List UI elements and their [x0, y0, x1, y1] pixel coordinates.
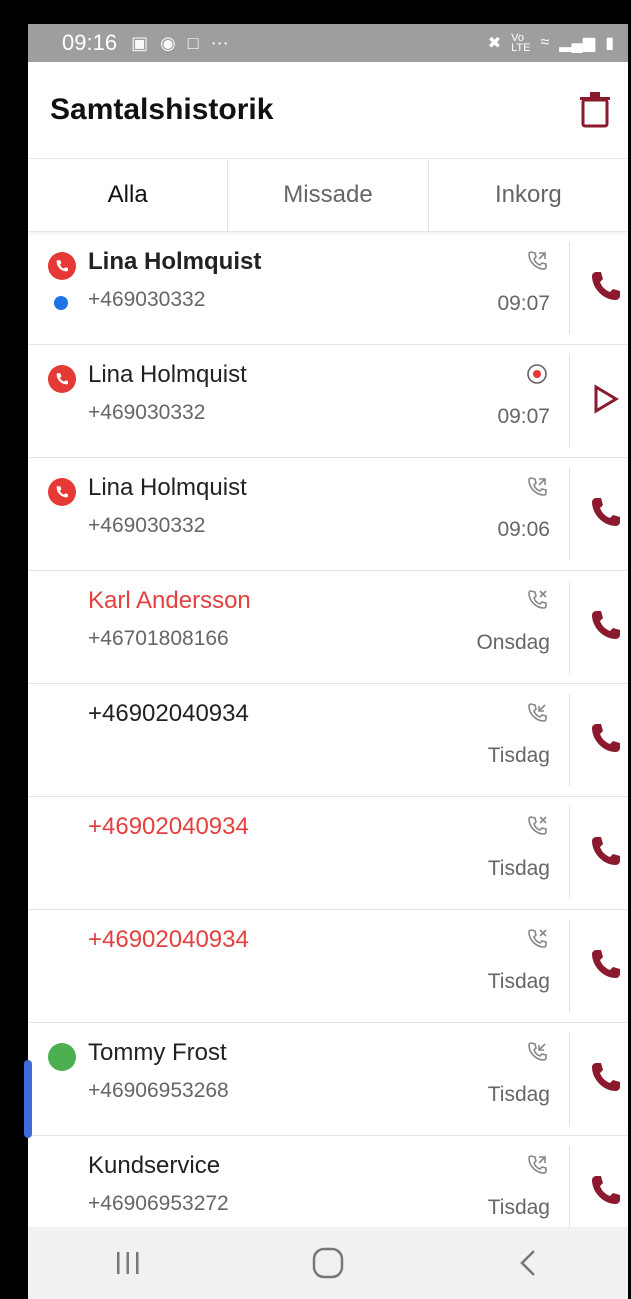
call-time: Tisdag — [487, 1083, 550, 1106]
call-avatar-icon — [48, 365, 76, 393]
call-back-button[interactable] — [588, 1059, 624, 1095]
missed-call-icon — [524, 587, 550, 613]
call-time: 09:06 — [497, 518, 550, 541]
image-icon: ▣ — [131, 32, 149, 53]
incoming-call-icon — [524, 700, 550, 726]
missed-call-icon — [524, 813, 550, 839]
contact-number: +469030332 — [88, 514, 206, 537]
status-dot-icon — [48, 1043, 76, 1071]
play-recording-button[interactable] — [588, 381, 624, 417]
contact-name: Tommy Frost — [88, 1039, 227, 1066]
call-back-button[interactable] — [588, 833, 624, 869]
row-divider — [569, 807, 570, 899]
row-divider — [569, 694, 570, 786]
outgoing-call-icon — [524, 1152, 550, 1178]
row-divider — [569, 581, 570, 673]
mute-icon: ✖ — [487, 35, 502, 52]
volte-icon: Vo LTE — [511, 32, 531, 54]
call-time: Tisdag — [487, 744, 550, 767]
row-divider — [569, 1033, 570, 1125]
screenshot-icon: □ — [187, 32, 199, 53]
contact-number: +46906953268 — [88, 1079, 229, 1102]
contact-name: +46902040934 — [88, 700, 249, 727]
call-row[interactable]: Karl Andersson +46701808166 Onsdag — [28, 571, 628, 684]
outgoing-call-icon — [524, 474, 550, 500]
contact-name: Lina Holmquist — [88, 361, 247, 388]
tab-bar: Alla Missade Inkorg — [28, 159, 628, 232]
app-bar: Samtalshistorik — [28, 62, 628, 159]
contact-name: Lina Holmquist — [88, 474, 247, 501]
outgoing-call-icon — [524, 248, 550, 274]
status-time: 09:16 — [62, 30, 118, 55]
edge-panel-handle[interactable] — [24, 1060, 32, 1138]
tab-all[interactable]: Alla — [28, 159, 229, 231]
call-back-button[interactable] — [588, 946, 624, 982]
call-back-button[interactable] — [588, 607, 624, 643]
call-row[interactable]: +46902040934 Tisdag — [28, 797, 628, 910]
recent-apps-icon[interactable] — [98, 1243, 158, 1283]
home-icon[interactable] — [298, 1243, 358, 1283]
call-back-button[interactable] — [588, 1172, 624, 1208]
call-back-button[interactable] — [588, 268, 624, 304]
contact-name: +46902040934 — [88, 813, 249, 840]
row-divider — [569, 242, 570, 334]
unread-dot-icon — [54, 296, 68, 310]
call-row[interactable]: Lina Holmquist +469030332 09:07 — [28, 232, 628, 345]
recording-icon — [524, 361, 550, 387]
call-list: Lina Holmquist +469030332 09:07 Lina Holmqu… — [28, 232, 628, 1249]
sync-icon: ◉ — [160, 32, 176, 53]
call-time: Onsdag — [476, 631, 550, 654]
contact-number: +469030332 — [88, 401, 206, 424]
call-time: Tisdag — [487, 970, 550, 993]
signal-icon: ▂▄▆ — [559, 35, 596, 52]
missed-call-icon — [524, 926, 550, 952]
back-icon[interactable] — [498, 1243, 558, 1283]
call-time: 09:07 — [497, 405, 550, 428]
call-time: Tisdag — [487, 857, 550, 880]
call-avatar-icon — [48, 252, 76, 280]
call-back-button[interactable] — [588, 494, 624, 530]
phone-screen: 09:16 ▣ ◉ □ ⋯ ✖ Vo LTE ≈ ▂▄▆ ▮ Samtalshis… — [28, 24, 628, 1299]
more-icon: ⋯ — [210, 32, 229, 53]
status-bar: 09:16 ▣ ◉ □ ⋯ ✖ Vo LTE ≈ ▂▄▆ ▮ — [28, 24, 628, 62]
row-divider — [569, 468, 570, 560]
tab-inbox[interactable]: Inkorg — [429, 159, 628, 231]
row-divider — [569, 1146, 570, 1238]
incoming-call-icon — [524, 1039, 550, 1065]
call-back-button[interactable] — [588, 720, 624, 756]
trash-icon[interactable] — [580, 92, 610, 128]
contact-number: +46701808166 — [88, 627, 229, 650]
call-row[interactable]: Lina Holmquist +469030332 09:07 — [28, 345, 628, 458]
call-row[interactable]: Tommy Frost +46906953268 Tisdag — [28, 1023, 628, 1136]
battery-icon: ▮ — [605, 35, 614, 52]
call-time: 09:07 — [497, 292, 550, 315]
contact-name: Kundservice — [88, 1152, 221, 1179]
contact-number: +469030332 — [88, 288, 206, 311]
row-divider — [569, 355, 570, 447]
call-row[interactable]: Lina Holmquist +469030332 09:06 — [28, 458, 628, 571]
row-divider — [569, 920, 570, 1012]
call-time: Tisdag — [487, 1196, 550, 1219]
call-row[interactable]: +46902040934 Tisdag — [28, 684, 628, 797]
call-row[interactable]: +46902040934 Tisdag — [28, 910, 628, 1023]
contact-number: +46906953272 — [88, 1192, 229, 1215]
page-title: Samtalshistorik — [50, 93, 274, 126]
tab-missed[interactable]: Missade — [228, 159, 429, 231]
contact-name: Karl Andersson — [88, 587, 251, 614]
contact-name: Lina Holmquist — [88, 248, 262, 275]
contact-name: +46902040934 — [88, 926, 249, 953]
call-avatar-icon — [48, 478, 76, 506]
navigation-bar — [28, 1227, 628, 1299]
wifi-icon: ≈ — [540, 34, 550, 51]
